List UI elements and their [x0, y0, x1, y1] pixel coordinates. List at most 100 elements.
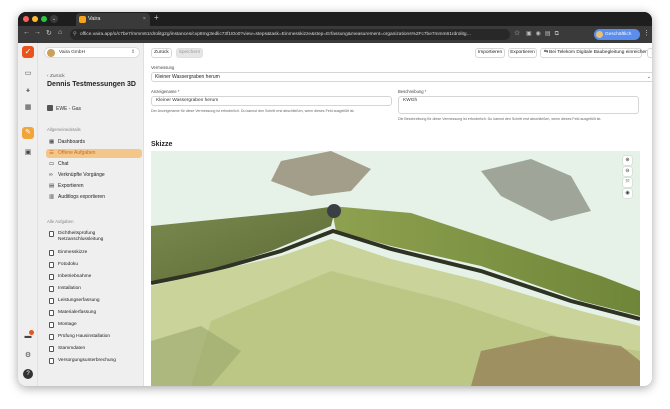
notification-badge	[29, 330, 34, 335]
home-icon[interactable]: ⌂	[58, 29, 62, 36]
chat-icon: ▭	[49, 161, 55, 167]
nav-label: Auditlogs exportieren	[58, 194, 105, 200]
task-label: Montage	[58, 322, 77, 327]
profile-button[interactable]: Geschäftlich	[594, 29, 640, 40]
telekom-submit-button[interactable]: ⇆ Bei Telekom Digitale Baubegleitung einr…	[540, 48, 648, 58]
tab-title: Vaira	[88, 16, 101, 22]
telekom-icon: ⇆	[544, 50, 549, 55]
vaira-logo-icon[interactable]: ✓	[22, 46, 34, 58]
nav-offene-aufgaben[interactable]: ☰ Offene Aufgaben	[46, 149, 142, 158]
task-item[interactable]: Prüfung Hausinstallation	[46, 334, 143, 340]
task-label: Installation	[58, 286, 81, 291]
close-window-button[interactable]	[23, 16, 29, 22]
browser-tab[interactable]: Vaira ×	[76, 13, 150, 26]
task-item[interactable]: Versorgungsunterbrechung	[46, 358, 143, 364]
reload-icon[interactable]: ↻	[46, 29, 52, 37]
document-icon	[49, 334, 54, 340]
main-content: Zurück Speichern Importieren Exportieren…	[145, 43, 652, 386]
bookmark-star-icon[interactable]: ☆	[514, 29, 520, 37]
task-label: Inbetriebnahme	[58, 274, 92, 279]
sketch-canvas[interactable]: ⊕ ⊖ ⤧ ◉	[151, 151, 640, 386]
nav-dashboards[interactable]: ▦ Dashboards	[46, 138, 142, 147]
task-item[interactable]: Inbetriebnahme	[46, 274, 143, 280]
save-button[interactable]: Speichern	[176, 48, 203, 58]
url-text: office.vaira.app/o/c7be7/mmm61rdrolitg2g…	[80, 32, 472, 37]
task-label: Materialerfassung	[58, 310, 97, 315]
task-label: Fotodoku	[58, 262, 79, 267]
document-icon	[49, 322, 54, 328]
document-icon	[49, 274, 54, 280]
more-options-button[interactable]: ⋮	[647, 48, 652, 58]
chevron-updown-icon: ⇕	[130, 50, 135, 55]
more-vertical-icon: ⋮	[649, 50, 652, 55]
icon-rail: ✓ ▭ ⚹ ▦ ✎ ▣ ▬ ⚙ ?	[18, 43, 38, 386]
sketch-title: Skizze	[151, 141, 173, 148]
document-icon	[49, 231, 54, 237]
tab-list-icon[interactable]: ⌄	[50, 15, 58, 23]
task-item[interactable]: Einmesskizze	[46, 250, 143, 256]
folder-icon[interactable]: ▭	[24, 70, 32, 78]
maximize-window-button[interactable]	[41, 16, 47, 22]
telekom-label: Bei Telekom Digitale Baubegleitung einre…	[549, 50, 648, 55]
document-icon	[49, 286, 54, 292]
nav-chat[interactable]: ▭ Chat	[46, 160, 142, 169]
nav-auditlogs[interactable]: ▥ Auditlogs exportieren	[46, 193, 142, 202]
task-item[interactable]: Materialerfassung	[46, 310, 143, 316]
help-icon[interactable]: ?	[23, 369, 33, 379]
extension-icons[interactable]: ▣◉▤⧉	[526, 30, 563, 38]
site-info-icon[interactable]: ⚲	[73, 29, 77, 40]
company-switcher[interactable]: Vaira GmbH ⇕	[44, 47, 140, 58]
minimize-window-button[interactable]	[32, 16, 38, 22]
forward-arrow-icon[interactable]: →	[34, 29, 41, 36]
back-arrow-icon[interactable]: ←	[23, 29, 30, 36]
nav-label: Offene Aufgaben	[58, 150, 96, 156]
close-tab-icon[interactable]: ×	[143, 13, 146, 26]
task-item[interactable]: Stammdaten	[46, 346, 143, 352]
document-icon	[49, 310, 54, 316]
task-item[interactable]: Fotodoku	[46, 262, 143, 268]
list-icon: ☰	[49, 150, 54, 156]
back-link-label: Zurück	[49, 74, 65, 79]
url-field[interactable]: ⚲ office.vaira.app/o/c7be7/mmm61rdrolitg…	[70, 29, 510, 40]
tab-bar: ⌄ Vaira × +	[18, 12, 652, 26]
document-icon	[49, 250, 54, 256]
browser-window: ⌄ Vaira × + ← → ↻ ⌂ ⚲ office.vaira.app/o…	[18, 12, 652, 386]
nav-exportieren[interactable]: ▤ Exportieren	[46, 182, 142, 191]
contacts-icon[interactable]: ▣	[24, 149, 32, 157]
back-button[interactable]: Zurück	[151, 48, 172, 58]
address-bar: ← → ↻ ⌂ ⚲ office.vaira.app/o/c7be7/mmm61…	[18, 26, 652, 43]
audit-icon: ▥	[49, 194, 55, 200]
back-link[interactable]: ‹ Zurück	[47, 74, 65, 79]
nav-label: Dashboards	[58, 139, 85, 145]
task-item[interactable]: Montage	[46, 322, 143, 328]
measurement-value: Kleiner Wassergraben herum	[155, 74, 220, 80]
new-tab-icon[interactable]: +	[154, 13, 159, 22]
import-button[interactable]: Importieren	[475, 48, 505, 58]
zoom-out-icon[interactable]: ⊖	[623, 167, 632, 176]
browser-menu-icon[interactable]: ⋮	[643, 29, 650, 37]
settings-gear-icon[interactable]: ⚙	[24, 352, 32, 360]
table-icon[interactable]: ▦	[24, 104, 32, 112]
display-name-input[interactable]: Kleiner Wassergraben herum	[151, 96, 392, 106]
measurement-label: Vermessung	[151, 65, 175, 70]
export-button[interactable]: Exportieren	[508, 48, 537, 58]
chevron-down-icon: ⌄	[646, 74, 651, 80]
project-title: Dennis Testmessungen 3D	[47, 81, 136, 88]
grid-icon: ▦	[49, 139, 55, 145]
task-label: Dichtheitsprüfung Netzanschlussleitung	[58, 231, 104, 242]
zoom-in-icon[interactable]: ⊕	[623, 156, 632, 165]
company-name: Vaira GmbH	[59, 50, 86, 55]
measurement-select[interactable]: Kleiner Wassergraben herum ⌄	[151, 72, 652, 82]
task-item[interactable]: Installation	[46, 286, 143, 292]
camera-icon[interactable]: ◉	[623, 189, 632, 198]
company-avatar	[47, 49, 55, 57]
description-textarea[interactable]: KWGh	[398, 96, 639, 114]
nav-label: Verknüpfte Vorgänge	[58, 172, 105, 178]
task-item[interactable]: Dichtheitsprüfung Netzanschlussleitung	[46, 231, 143, 242]
fit-icon[interactable]: ⤧	[623, 178, 632, 187]
measure-tool-icon[interactable]: ✎	[22, 127, 34, 139]
nav-verknuepfte-vorgaenge[interactable]: ∞ Verknüpfte Vorgänge	[46, 171, 142, 180]
project-org-label: EWE - Gas	[56, 106, 82, 112]
workflow-icon[interactable]: ⚹	[24, 87, 32, 95]
task-item[interactable]: Leistungserfassung	[46, 298, 143, 304]
